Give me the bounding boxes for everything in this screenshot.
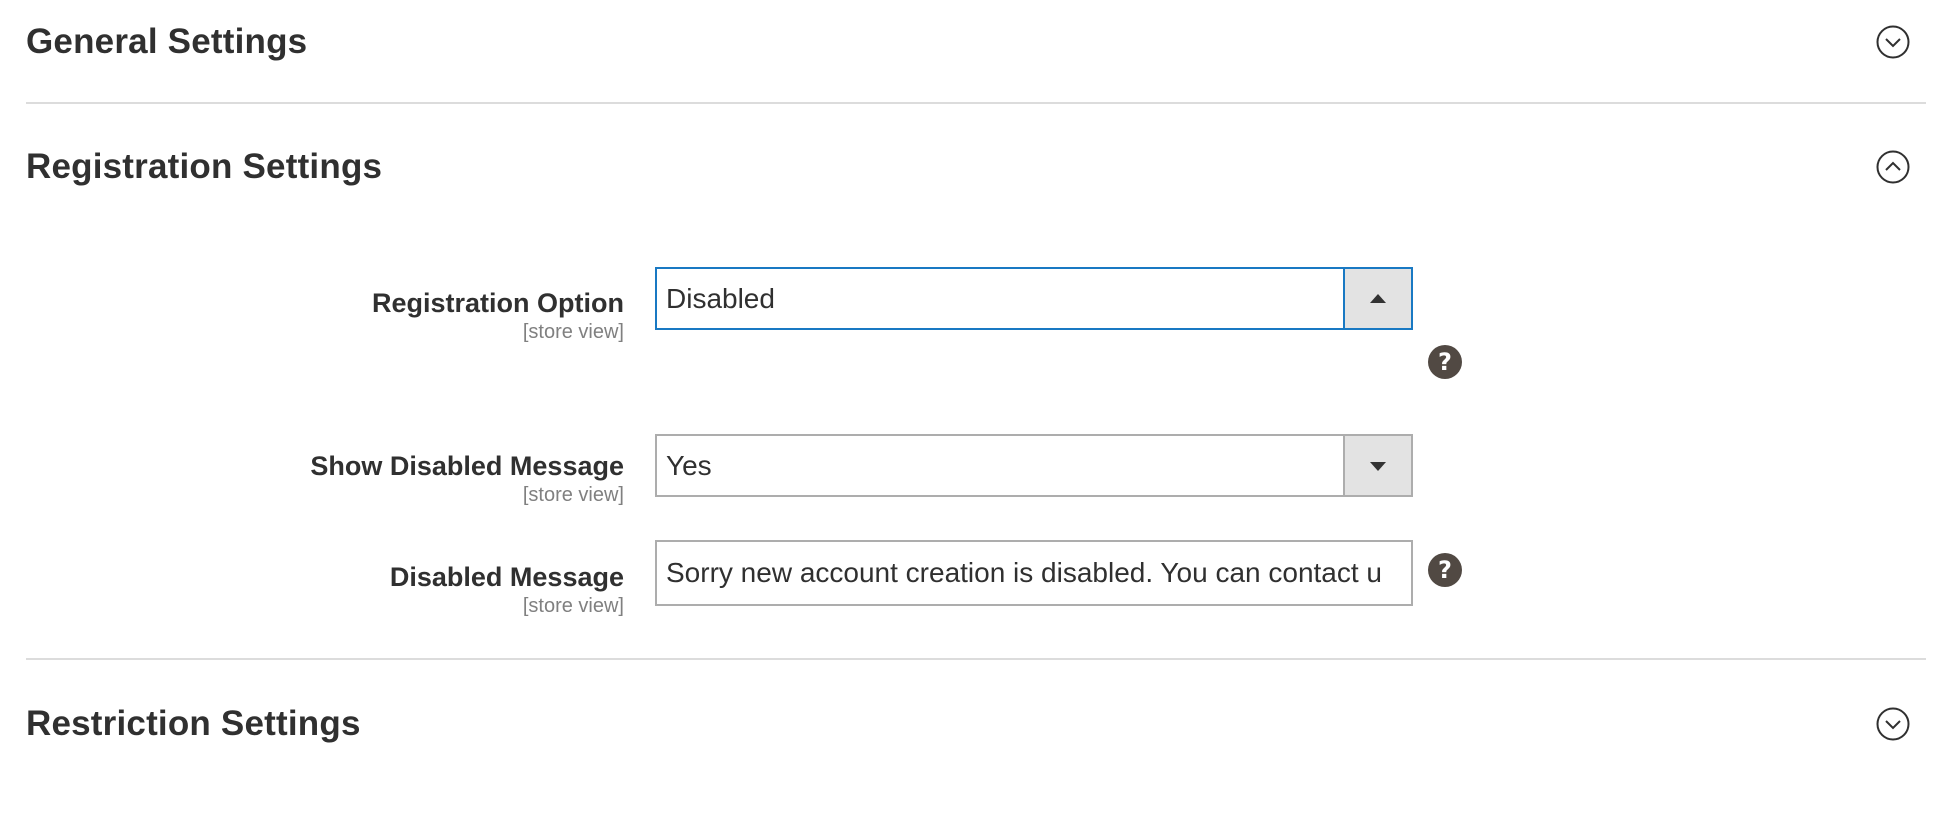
show-disabled-message-value: Yes: [666, 450, 712, 481]
section-title-general: General Settings: [26, 22, 308, 61]
chevron-down-icon[interactable]: [1876, 707, 1910, 741]
section-divider: [26, 658, 1926, 660]
chevron-down-icon[interactable]: [1876, 25, 1910, 59]
section-divider: [26, 102, 1926, 104]
section-header-registration[interactable]: Registration Settings: [26, 139, 1926, 195]
section-header-restriction[interactable]: Restriction Settings: [26, 696, 1926, 752]
registration-option-label-text: Registration Option: [372, 288, 624, 318]
show-disabled-message-select[interactable]: Yes: [655, 434, 1413, 497]
help-icon[interactable]: ?: [1428, 345, 1462, 379]
chevron-up-icon[interactable]: [1876, 150, 1910, 184]
disabled-message-input[interactable]: [655, 540, 1413, 606]
disabled-message-scope: [store view]: [522, 595, 624, 617]
section-title-registration: Registration Settings: [26, 147, 383, 186]
section-title-restriction: Restriction Settings: [26, 704, 361, 743]
select-toggle-button[interactable]: [1343, 269, 1411, 328]
triangle-down-icon: [1370, 461, 1386, 471]
registration-option-scope: [store view]: [522, 321, 624, 343]
help-icon[interactable]: ?: [1428, 553, 1462, 587]
section-header-general[interactable]: General Settings: [26, 14, 1926, 70]
disabled-message-label: Disabled Message [store view]: [200, 561, 624, 619]
show-disabled-message-scope: [store view]: [522, 484, 624, 506]
disabled-message-label-text: Disabled Message: [389, 562, 624, 592]
registration-option-label: Registration Option [store view]: [200, 287, 624, 345]
show-disabled-message-label: Show Disabled Message [store view]: [200, 450, 624, 508]
registration-option-select[interactable]: Disabled: [655, 267, 1413, 330]
show-disabled-message-label-text: Show Disabled Message: [310, 451, 624, 481]
registration-option-value: Disabled: [666, 283, 775, 314]
triangle-up-icon: [1370, 293, 1386, 303]
select-toggle-button[interactable]: [1343, 436, 1411, 495]
